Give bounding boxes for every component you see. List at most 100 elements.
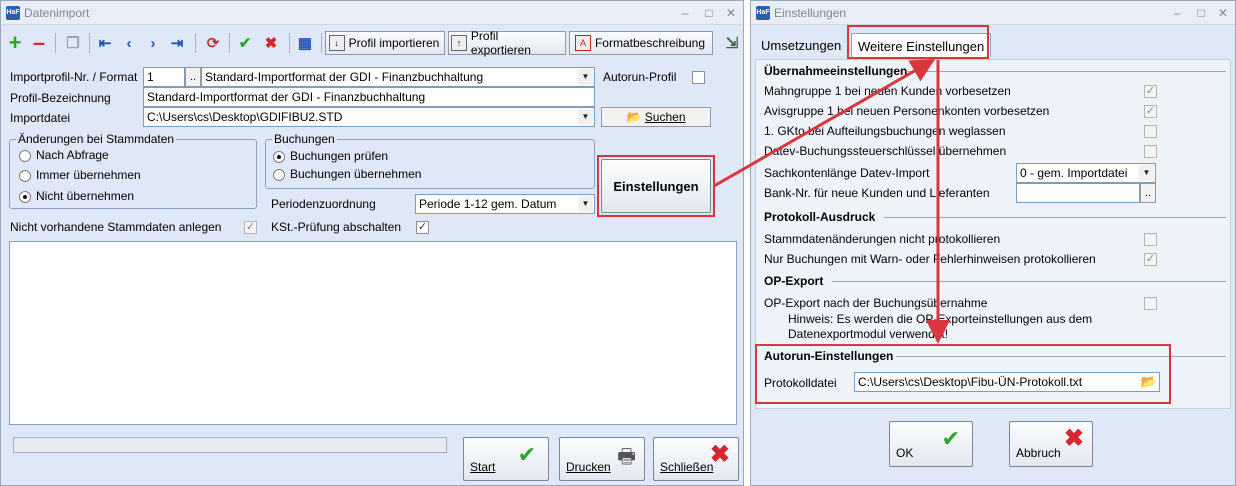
radio-label: Buchungen prüfen: [290, 149, 389, 163]
add-icon[interactable]: +: [5, 30, 25, 55]
formatbeschreibung-button[interactable]: A Formatbeschreibung: [569, 31, 713, 55]
sachkonten-dropdown[interactable]: 0 - gem. Importdatei ▼: [1016, 163, 1156, 183]
section-uebernahme-title: Übernahmeeinstellungen: [764, 64, 908, 78]
window-title: Datenimport: [24, 6, 90, 20]
bezeichnung-field[interactable]: Standard-Importformat der GDI - Finanzbu…: [143, 87, 595, 107]
checkmark-icon: ✔: [941, 426, 960, 451]
hint-text: Datenexportmodul verwendet!: [788, 327, 949, 341]
radio-label: Immer übernehmen: [36, 168, 141, 182]
last-record-icon[interactable]: ⇥: [167, 31, 187, 55]
profil-importieren-button[interactable]: ↓ Profil importieren: [325, 31, 445, 55]
confirm-icon[interactable]: ✔: [235, 31, 255, 55]
nicht-vorhandene-label: Nicht vorhandene Stammdaten anlegen: [10, 220, 222, 234]
setting-label: OP-Export nach der Buchungsübernahme: [764, 296, 988, 310]
app-logo: HaF: [6, 6, 20, 20]
setting-label: 1. GKto bei Aufteilungsbuchungen weglass…: [764, 124, 1006, 138]
setting-label: Mahngruppe 1 bei neuen Kunden vorbesetze…: [764, 84, 1011, 98]
highlight-einstellungen: [597, 155, 715, 217]
export-icon: ↑: [451, 35, 467, 51]
radio-label: Nach Abfrage: [36, 148, 109, 162]
setting-label: Datev-Buchungssteuerschlüssel übernehmen: [764, 144, 1007, 158]
stammdaten-group-title: Änderungen bei Stammdaten: [16, 132, 177, 146]
tab-strip: Umsetzungen Weitere Einstellungen: [751, 27, 1235, 59]
autorun-label: Autorun-Profil: [603, 70, 677, 84]
bank-label: Bank-Nr. für neue Kunden und Lieferanten: [764, 186, 990, 200]
folder-icon: 📂: [626, 110, 642, 124]
highlight-tab: [847, 25, 989, 59]
hint-text: Hinweis: Es werden die OP-Exporteinstell…: [788, 312, 1093, 326]
maximize-button[interactable]: □: [697, 4, 721, 22]
abbruch-button[interactable]: ✖ Abbruch: [1009, 421, 1093, 467]
radio-buchungen-uebernehmen[interactable]: [273, 169, 285, 181]
toolbar: + – ❐ ⇤ ‹ › ⇥ ⟳ ✔ ✖ ▦ ↓ Profil importier…: [1, 29, 743, 57]
radio-label: Buchungen übernehmen: [290, 167, 422, 181]
next-record-icon[interactable]: ›: [143, 31, 163, 55]
refresh-icon[interactable]: ⟳: [203, 31, 223, 55]
minimize-button[interactable]: –: [673, 4, 697, 22]
setting-checkbox[interactable]: [1144, 145, 1157, 158]
kst-checkbox[interactable]: ✓: [416, 221, 429, 234]
cancel-icon[interactable]: ✖: [261, 31, 281, 55]
table-view-icon[interactable]: ▦: [295, 31, 315, 55]
section-protokoll-title: Protokoll-Ausdruck: [764, 210, 876, 224]
radio-immer-uebernehmen[interactable]: [19, 170, 31, 182]
remove-icon[interactable]: –: [29, 30, 49, 55]
drucken-button[interactable]: 🖶 Drucken: [559, 437, 645, 481]
setting-label: Avisgruppe 1 bei neuen Personenkonten vo…: [764, 104, 1050, 118]
maximize-button[interactable]: □: [1189, 4, 1213, 22]
progress-bar: [13, 437, 447, 453]
setting-checkbox[interactable]: ✓: [1144, 105, 1157, 118]
bezeichnung-label: Profil-Bezeichnung: [10, 91, 111, 105]
exit-icon[interactable]: ⇲: [723, 31, 741, 55]
radio-nach-abfrage[interactable]: [19, 150, 31, 162]
setting-label: Stammdatenänderungen nicht protokolliere…: [764, 232, 1001, 246]
tab-umsetzungen[interactable]: Umsetzungen: [755, 33, 847, 57]
bank-browse-button[interactable]: ..: [1140, 183, 1156, 203]
first-record-icon[interactable]: ⇤: [95, 31, 115, 55]
kst-label: KSt.-Prüfung abschalten: [271, 220, 402, 234]
schliessen-button[interactable]: ✖ Schließen: [653, 437, 739, 481]
setting-label: Nur Buchungen mit Warn- oder Fehlerhinwe…: [764, 252, 1096, 266]
close-button[interactable]: ✕: [719, 4, 743, 22]
buchungen-group-title: Buchungen: [272, 132, 337, 146]
setting-checkbox[interactable]: [1144, 125, 1157, 138]
app-logo: HaF: [756, 6, 770, 20]
autorun-checkbox[interactable]: [692, 71, 705, 84]
previous-record-icon[interactable]: ‹: [119, 31, 139, 55]
importprofil-nr-field[interactable]: 1: [143, 67, 185, 87]
close-button[interactable]: ✕: [1211, 4, 1235, 22]
setting-checkbox[interactable]: ✓: [1144, 253, 1157, 266]
ok-button[interactable]: ✔ OK: [889, 421, 973, 467]
radio-buchungen-pruefen[interactable]: [273, 151, 285, 163]
title-bar[interactable]: HaF Datenimport – □ ✕: [1, 1, 743, 25]
pdf-icon: A: [574, 35, 591, 51]
chevron-down-icon: ▼: [1139, 165, 1154, 181]
copy-icon[interactable]: ❐: [63, 31, 83, 55]
sachkonten-label: Sachkontenlänge Datev-Import: [764, 166, 930, 180]
setting-checkbox[interactable]: [1144, 233, 1157, 246]
close-x-icon: ✖: [1063, 425, 1084, 452]
radio-nicht-uebernehmen[interactable]: [19, 191, 31, 203]
importprofil-label: Importprofil-Nr. / Format: [10, 70, 138, 84]
printer-icon: 🖶: [617, 446, 636, 468]
suchen-button[interactable]: 📂 Suchen: [601, 107, 711, 127]
setting-checkbox[interactable]: ✓: [1144, 85, 1157, 98]
setting-checkbox[interactable]: [1144, 297, 1157, 310]
periodenzuordnung-dropdown[interactable]: Periode 1-12 gem. Datum ▼: [415, 194, 595, 214]
checkmark-icon: ✔: [517, 442, 536, 467]
einstellungen-window: HaF Einstellungen – □ ✕ Umsetzungen Weit…: [750, 0, 1236, 486]
window-title: Einstellungen: [774, 6, 847, 20]
buchungen-group: Buchungen: [265, 132, 595, 189]
importdatei-dropdown[interactable]: C:\Users\cs\Desktop\GDIFIBU2.STD ▼: [143, 107, 595, 127]
log-area[interactable]: [9, 241, 737, 425]
section-op-export-title: OP-Export: [764, 274, 824, 288]
minimize-button[interactable]: –: [1165, 4, 1189, 22]
importprofil-browse-button[interactable]: ..: [185, 67, 201, 87]
format-dropdown[interactable]: Standard-Importformat der GDI - Finanzbu…: [201, 67, 595, 87]
start-button[interactable]: ✔ Start: [463, 437, 549, 481]
datenimport-window: HaF Datenimport – □ ✕ + – ❐ ⇤ ‹ › ⇥ ⟳ ✔ …: [0, 0, 744, 486]
nicht-vorhandene-checkbox[interactable]: ✓: [244, 221, 257, 234]
profil-exportieren-button[interactable]: ↑ Profil exportieren: [448, 29, 566, 57]
title-bar[interactable]: HaF Einstellungen – □ ✕: [751, 1, 1235, 25]
bank-field[interactable]: [1016, 183, 1140, 203]
